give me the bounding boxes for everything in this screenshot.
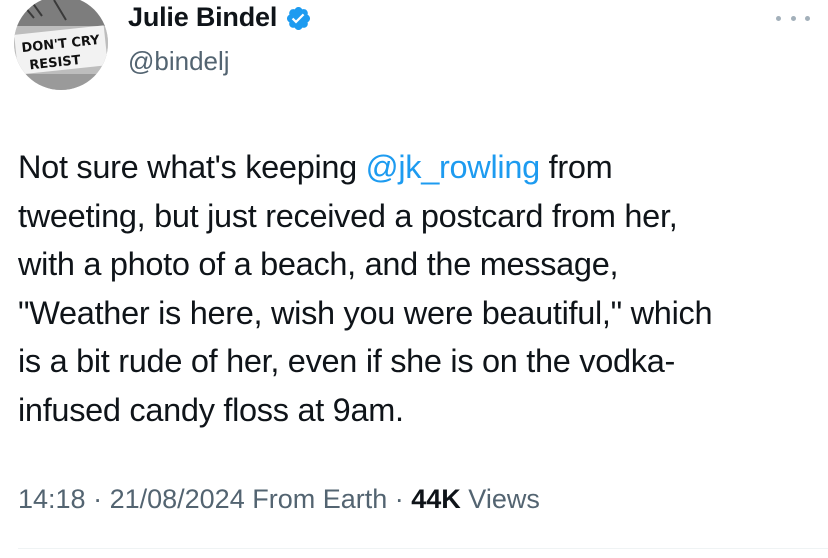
verified-badge-icon[interactable] [285,5,312,32]
views-count[interactable]: 44K [411,484,461,514]
avatar-protest-sign-image: DON'T CRY RESIST [14,0,108,90]
author-handle[interactable]: @bindelj [128,46,230,77]
more-options-icon[interactable] [776,6,810,30]
more-dot [776,15,781,21]
tweet-line: is a bit rude of her, even if she is on … [18,343,676,379]
tweet-text: Not sure what's keeping @jk_rowling from… [18,143,818,434]
tweet-line: with a photo of a beach, and the message… [18,246,619,282]
more-dot [805,15,810,21]
tweet: DON'T CRY RESIST Julie Bindel @bindelj N… [0,0,828,558]
avatar[interactable]: DON'T CRY RESIST [14,0,108,90]
author-display-name[interactable]: Julie Bindel [128,2,277,33]
meta-separator: · [85,484,110,514]
meta-separator: · [387,484,412,514]
tweet-metadata: 14:18 · 21/08/2024 From Earth · 44K View… [18,484,540,515]
tweet-line: Not sure what's keeping @jk_rowling from [18,143,818,192]
tweet-line-text: from [539,149,613,185]
tweet-date[interactable]: 21/08/2024 [110,484,245,514]
mention-link[interactable]: @jk_rowling [366,149,541,185]
tweet-line: infused candy floss at 9am. [18,391,404,428]
tweet-line: tweeting, but just received a postcard f… [18,197,678,234]
tweet-line: "Weather is here, wish you were beautifu… [18,294,713,331]
tweet-line-text: Not sure what's keeping [18,149,366,185]
divider [18,548,828,549]
tweet-source: From Earth [252,484,388,514]
more-dot [790,15,796,21]
author-name-row: Julie Bindel [128,2,312,33]
views-label: Views [460,484,540,514]
tweet-time[interactable]: 14:18 [18,484,86,514]
